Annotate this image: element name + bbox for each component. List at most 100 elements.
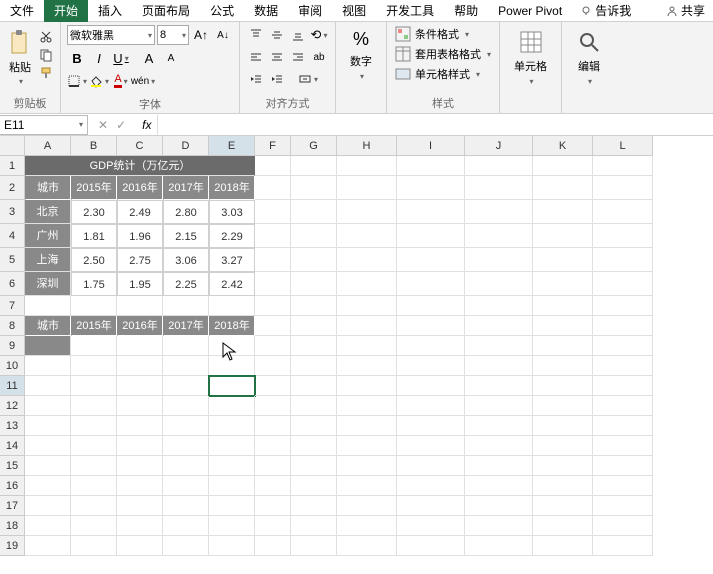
- cell-A4[interactable]: 广州: [25, 224, 71, 248]
- cell-F6[interactable]: [255, 272, 291, 296]
- cell-D15[interactable]: [163, 456, 209, 476]
- cell-F5[interactable]: [255, 248, 291, 272]
- col-header-A[interactable]: A: [25, 136, 71, 156]
- col-header-E[interactable]: E: [209, 136, 255, 156]
- cell-J15[interactable]: [465, 456, 533, 476]
- row-header-9[interactable]: 9: [0, 336, 25, 356]
- align-left-button[interactable]: [246, 47, 266, 67]
- cell-A16[interactable]: [25, 476, 71, 496]
- cell-E17[interactable]: [209, 496, 255, 516]
- cell-C8[interactable]: 2016年: [117, 316, 163, 336]
- cell-C6[interactable]: 1.95: [117, 272, 163, 296]
- cell-I4[interactable]: [397, 224, 465, 248]
- cell-A5[interactable]: 上海: [25, 248, 71, 272]
- row-header-17[interactable]: 17: [0, 496, 25, 516]
- cell-I8[interactable]: [397, 316, 465, 336]
- cell-H10[interactable]: [337, 356, 397, 376]
- cell-J6[interactable]: [465, 272, 533, 296]
- cell-E9[interactable]: [209, 336, 255, 356]
- cell-G17[interactable]: [291, 496, 337, 516]
- cell-H6[interactable]: [337, 272, 397, 296]
- phonetic-button[interactable]: wén▾: [133, 71, 153, 91]
- cell-A12[interactable]: [25, 396, 71, 416]
- cell-D2[interactable]: 2017年: [163, 176, 209, 200]
- grow-font-button[interactable]: A: [139, 48, 159, 68]
- cell-B2[interactable]: 2015年: [71, 176, 117, 200]
- cell-B16[interactable]: [71, 476, 117, 496]
- cell-G6[interactable]: [291, 272, 337, 296]
- cell-A9[interactable]: [25, 336, 71, 356]
- cell-I7[interactable]: [397, 296, 465, 316]
- cell-H11[interactable]: [337, 376, 397, 396]
- cell-J19[interactable]: [465, 536, 533, 556]
- tab-file[interactable]: 文件: [0, 0, 44, 22]
- row-header-3[interactable]: 3: [0, 200, 25, 224]
- tab-review[interactable]: 审阅: [288, 0, 332, 22]
- row-header-18[interactable]: 18: [0, 516, 25, 536]
- cell-F12[interactable]: [255, 396, 291, 416]
- cell-B9[interactable]: [71, 336, 117, 356]
- conditional-format-button[interactable]: 条件格式▾: [393, 25, 493, 43]
- cell-K16[interactable]: [533, 476, 593, 496]
- cell-H9[interactable]: [337, 336, 397, 356]
- cell-A18[interactable]: [25, 516, 71, 536]
- editing-button[interactable]: 编辑 ▾: [568, 25, 610, 90]
- cell-K7[interactable]: [533, 296, 593, 316]
- cell-A6[interactable]: 深圳: [25, 272, 71, 296]
- cell-D13[interactable]: [163, 416, 209, 436]
- tab-developer[interactable]: 开发工具: [376, 0, 444, 22]
- row-header-19[interactable]: 19: [0, 536, 25, 556]
- cell-B15[interactable]: [71, 456, 117, 476]
- cell-F19[interactable]: [255, 536, 291, 556]
- cell-G14[interactable]: [291, 436, 337, 456]
- tellme-search[interactable]: 告诉我: [572, 2, 639, 19]
- cell-A13[interactable]: [25, 416, 71, 436]
- col-header-F[interactable]: F: [255, 136, 291, 156]
- cell-G4[interactable]: [291, 224, 337, 248]
- cell-K3[interactable]: [533, 200, 593, 224]
- cell-K9[interactable]: [533, 336, 593, 356]
- cell-A7[interactable]: [25, 296, 71, 316]
- cell-F17[interactable]: [255, 496, 291, 516]
- fill-color-button[interactable]: ▾: [89, 71, 109, 91]
- cell-B5[interactable]: 2.50: [71, 248, 117, 272]
- row-header-2[interactable]: 2: [0, 176, 25, 200]
- cell-K18[interactable]: [533, 516, 593, 536]
- cell-J7[interactable]: [465, 296, 533, 316]
- cell-G19[interactable]: [291, 536, 337, 556]
- cell-I19[interactable]: [397, 536, 465, 556]
- cell-L2[interactable]: [593, 176, 653, 200]
- wrap-text-button[interactable]: ab: [309, 47, 329, 67]
- cell-G2[interactable]: [291, 176, 337, 200]
- row-header-8[interactable]: 8: [0, 316, 25, 336]
- cell-J1[interactable]: [465, 156, 533, 176]
- increase-indent-button[interactable]: [267, 69, 287, 89]
- tab-page-layout[interactable]: 页面布局: [132, 0, 200, 22]
- cell-E4[interactable]: 2.29: [209, 224, 255, 248]
- cell-E6[interactable]: 2.42: [209, 272, 255, 296]
- cell-B10[interactable]: [71, 356, 117, 376]
- cell-D7[interactable]: [163, 296, 209, 316]
- cell-D4[interactable]: 2.15: [163, 224, 209, 248]
- cell-G1[interactable]: [291, 156, 337, 176]
- cell-L5[interactable]: [593, 248, 653, 272]
- col-header-I[interactable]: I: [397, 136, 465, 156]
- cell-D16[interactable]: [163, 476, 209, 496]
- enter-button[interactable]: ✓: [116, 118, 126, 132]
- cell-K12[interactable]: [533, 396, 593, 416]
- cell-G3[interactable]: [291, 200, 337, 224]
- cell-D19[interactable]: [163, 536, 209, 556]
- cell-L12[interactable]: [593, 396, 653, 416]
- cell-A15[interactable]: [25, 456, 71, 476]
- cell-G9[interactable]: [291, 336, 337, 356]
- cut-button[interactable]: [38, 29, 54, 45]
- cell-F9[interactable]: [255, 336, 291, 356]
- format-painter-button[interactable]: [38, 65, 54, 81]
- cell-K4[interactable]: [533, 224, 593, 248]
- cell-C10[interactable]: [117, 356, 163, 376]
- cell-styles-button[interactable]: 单元格样式▾: [393, 65, 493, 83]
- cell-E14[interactable]: [209, 436, 255, 456]
- cell-F4[interactable]: [255, 224, 291, 248]
- cell-L9[interactable]: [593, 336, 653, 356]
- tab-insert[interactable]: 插入: [88, 0, 132, 22]
